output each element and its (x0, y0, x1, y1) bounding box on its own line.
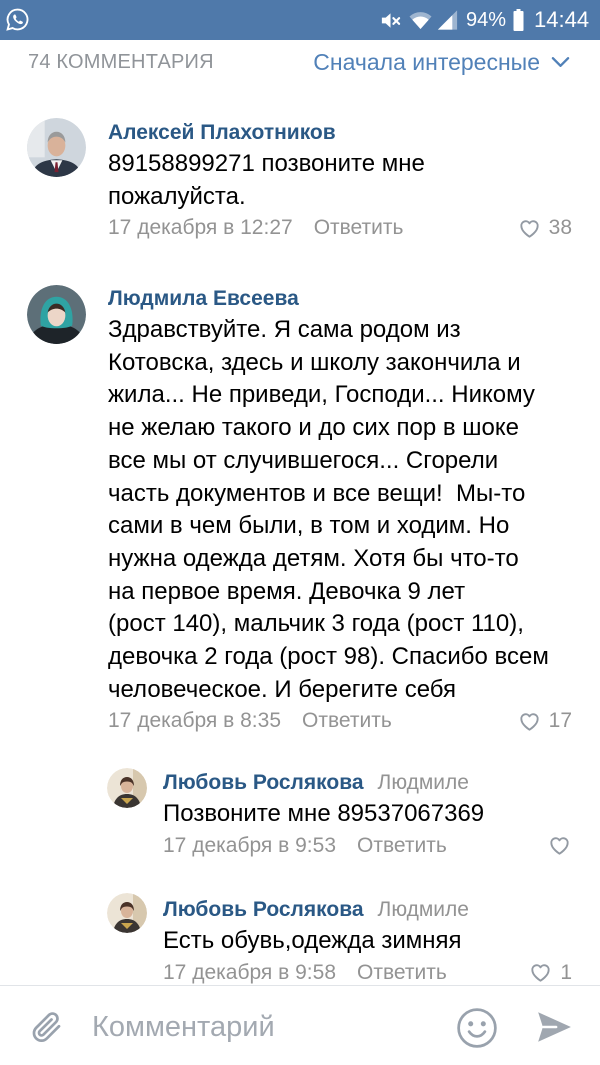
avatar[interactable] (107, 768, 147, 808)
like-button[interactable] (547, 834, 572, 857)
sort-dropdown[interactable]: Сначала интересные (313, 48, 570, 76)
comments-count: 74 КОММЕНТАРИЯ (28, 51, 214, 73)
chevron-down-icon (551, 56, 570, 68)
smile-icon (456, 1007, 498, 1049)
like-count: 1 (560, 960, 572, 984)
comment-text: 89158899271 позвоните мне пожалуйста. (108, 150, 425, 210)
like-button[interactable]: 17 (517, 709, 572, 733)
comment-input[interactable] (92, 1004, 432, 1050)
emoji-button[interactable] (456, 1007, 498, 1049)
reply-button[interactable]: Ответить (357, 834, 447, 858)
comment-date: 17 декабря в 8:35 (108, 709, 281, 733)
comments-header: 74 КОММЕНТАРИЯ Сначала интересные (0, 40, 600, 84)
comment-date: 17 декабря в 9:53 (163, 833, 336, 857)
comment-text: Позвоните мне 89537067369 (163, 800, 485, 827)
sort-label: Сначала интересные (313, 49, 540, 75)
like-button[interactable]: 38 (517, 216, 572, 240)
comment-date: 17 декабря в 9:58 (163, 960, 336, 984)
reply-to-link[interactable]: Людмиле (378, 898, 469, 921)
comment-date: 17 декабря в 12:27 (108, 216, 293, 240)
reply-to-link[interactable]: Людмиле (378, 771, 469, 794)
like-count: 17 (548, 709, 572, 733)
wifi-icon (408, 8, 433, 32)
avatar[interactable] (27, 285, 86, 344)
reply-button[interactable]: Ответить (357, 961, 447, 985)
status-bar: 94% 14:44 (0, 0, 600, 40)
avatar[interactable] (107, 893, 147, 933)
battery-percent: 94% (466, 9, 507, 31)
comment-composer (0, 985, 600, 1065)
heart-icon (517, 217, 542, 240)
send-icon (535, 1008, 573, 1046)
avatar[interactable] (27, 118, 86, 177)
author-name[interactable]: Любовь Рослякова (163, 771, 364, 794)
clock: 14:44 (534, 7, 590, 32)
comment-text: Здравствуйте. Я сама родом из Котовска, … (108, 316, 549, 703)
author-name[interactable]: Людмила Евсеева (108, 287, 299, 310)
reply-button[interactable]: Ответить (314, 216, 404, 240)
comment-text: Есть обувь,одежда зимняя (163, 927, 462, 954)
paperclip-icon (29, 1008, 65, 1046)
battery-icon (512, 8, 525, 32)
reply-button[interactable]: Ответить (302, 709, 392, 733)
comment-meta: 17 декабря в 8:35 Ответить 17 (108, 706, 592, 736)
heart-icon (547, 834, 572, 857)
comment-meta: 17 декабря в 12:27 Ответить 38 (108, 213, 592, 243)
comment-meta: 17 декабря в 9:58 Ответить 1 (163, 958, 592, 988)
like-button[interactable]: 1 (528, 961, 572, 985)
signal-icon (436, 8, 459, 32)
author-name[interactable]: Любовь Рослякова (163, 898, 364, 921)
heart-icon (528, 961, 553, 984)
send-button[interactable] (535, 1008, 573, 1046)
mute-icon (379, 9, 402, 32)
whatsapp-icon (5, 7, 30, 32)
heart-icon (517, 710, 542, 733)
author-name[interactable]: Алексей Плахотников (108, 121, 336, 144)
attach-button[interactable] (29, 1008, 65, 1046)
comment-meta: 17 декабря в 9:53 Ответить (163, 831, 592, 861)
like-count: 38 (548, 216, 572, 240)
